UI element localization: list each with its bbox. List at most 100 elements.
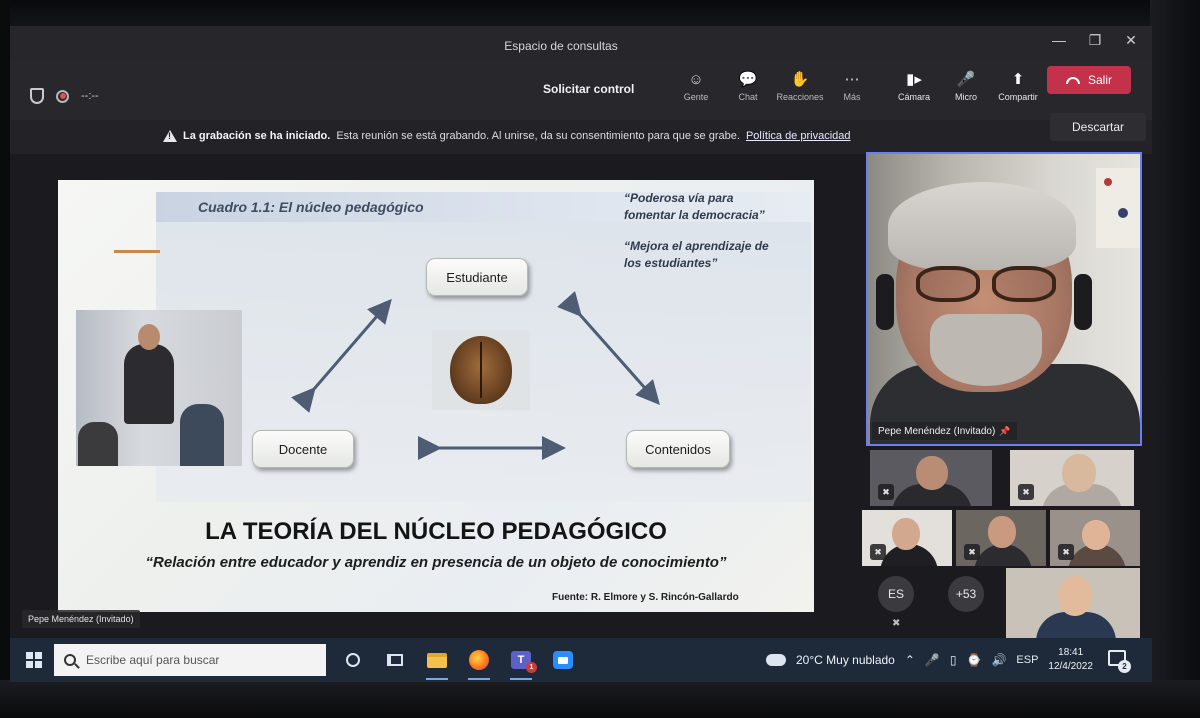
search-placeholder: Escribe aquí para buscar bbox=[86, 653, 220, 667]
chevron-up-icon[interactable]: ⌃ bbox=[905, 653, 915, 667]
mic-off-icon: ✖ bbox=[1058, 544, 1074, 560]
brain-image bbox=[432, 330, 530, 410]
wall-art bbox=[1096, 168, 1140, 248]
cortana-button[interactable] bbox=[338, 646, 368, 674]
camera-icon: ▮▸ bbox=[906, 71, 922, 88]
participant-tile[interactable]: ✖ bbox=[1010, 450, 1134, 506]
pinned-apps: T1 bbox=[338, 646, 578, 680]
teams-badge: 1 bbox=[526, 662, 537, 673]
zoom-button[interactable] bbox=[548, 646, 578, 674]
participant-avatar[interactable]: ES bbox=[878, 576, 914, 612]
shared-slide: Cuadro 1.1: El núcleo pedagógico “Podero… bbox=[58, 180, 814, 612]
clock-date: 12/4/2022 bbox=[1048, 661, 1093, 672]
teams-button[interactable]: T1 bbox=[506, 646, 537, 680]
mic-off-icon: 🎤 bbox=[956, 71, 976, 88]
privacy-policy-link[interactable]: Política de privacidad bbox=[746, 130, 851, 142]
more-participants-button[interactable]: +53 bbox=[948, 576, 984, 612]
slide-title: LA TEORÍA DEL NÚCLEO PEDAGÓGICO bbox=[205, 518, 667, 545]
zoom-icon bbox=[553, 651, 573, 669]
pinned-participant-label: Pepe Menéndez (Invitado) 📌 bbox=[872, 422, 1017, 440]
weather[interactable]: 20°C Muy nublado bbox=[796, 653, 895, 667]
reactions-button[interactable]: ✋ Reacciones bbox=[774, 70, 826, 102]
meeting-toolbar: --:-- Solicitar control ☺ Gente 💬 Chat ✋… bbox=[10, 60, 1152, 120]
volume-icon[interactable]: 🔊 bbox=[991, 653, 1006, 667]
recording-consent-text: Esta reunión se está grabando. Al unirse… bbox=[336, 130, 740, 142]
arrow-teacher-student bbox=[291, 298, 392, 413]
node-student: Estudiante bbox=[426, 258, 528, 296]
people-icon: ☺ bbox=[688, 70, 704, 88]
window-controls: — ❐ ✕ bbox=[1044, 28, 1146, 52]
clock[interactable]: 18:41 12/4/2022 bbox=[1048, 646, 1093, 674]
mic-off-icon: ✖ bbox=[870, 544, 886, 560]
window-title: Espacio de consultas bbox=[504, 39, 618, 53]
close-button[interactable]: ✕ bbox=[1116, 28, 1146, 52]
toolbar-dim-group: ☺ Gente 💬 Chat ✋ Reacciones ⋯ Más bbox=[670, 70, 878, 103]
recording-banner: La grabación se ha iniciado. Esta reunió… bbox=[10, 120, 1152, 154]
chat-button[interactable]: 💬 Chat bbox=[722, 70, 774, 102]
node-teacher: Docente bbox=[252, 430, 354, 468]
leave-button[interactable]: Salir bbox=[1047, 66, 1131, 94]
firefox-button[interactable] bbox=[464, 646, 494, 680]
task-view-icon bbox=[387, 654, 403, 666]
cortana-icon bbox=[346, 653, 360, 667]
monitor-bezel-left bbox=[0, 0, 10, 718]
brain-icon bbox=[450, 336, 512, 404]
pinned-video-tile[interactable]: Pepe Menéndez (Invitado) 📌 bbox=[866, 152, 1142, 446]
task-view-button[interactable] bbox=[380, 646, 410, 674]
meeting-stage: Cuadro 1.1: El núcleo pedagógico “Podero… bbox=[10, 152, 1152, 642]
taskbar-search[interactable]: Escribe aquí para buscar bbox=[54, 644, 326, 676]
folder-icon bbox=[427, 652, 447, 668]
slide-subtitle: “Relación entre educador y aprendiz en p… bbox=[145, 554, 727, 571]
headphone-icon bbox=[876, 274, 894, 330]
hang-up-icon bbox=[1065, 76, 1080, 84]
self-view-tile[interactable] bbox=[1006, 568, 1140, 642]
camera-button[interactable]: ▮▸ Cámara bbox=[888, 70, 940, 102]
meeting-timer: --:-- bbox=[81, 90, 99, 102]
leave-label: Salir bbox=[1087, 73, 1112, 87]
pin-icon: 📌 bbox=[999, 425, 1011, 436]
people-button[interactable]: ☺ Gente bbox=[670, 70, 722, 103]
warning-icon bbox=[163, 130, 177, 142]
windows-start-icon[interactable] bbox=[26, 652, 42, 668]
presenter-name-label: Pepe Menéndez (Invitado) bbox=[22, 610, 140, 628]
request-control-button[interactable]: Solicitar control bbox=[543, 82, 634, 96]
minimize-button[interactable]: — bbox=[1044, 28, 1074, 52]
more-icon: ⋯ bbox=[844, 71, 860, 88]
notifications-badge: 2 bbox=[1118, 660, 1131, 673]
mic-off-icon: ✖ bbox=[964, 544, 980, 560]
slide-source: Fuente: R. Elmore y S. Rincón-Gallardo bbox=[552, 592, 739, 603]
participant-tile[interactable]: ✖ bbox=[956, 510, 1046, 566]
node-content: Contenidos bbox=[626, 430, 730, 468]
wifi-icon[interactable]: ⌚ bbox=[966, 653, 981, 667]
participant-tile[interactable]: ✖ bbox=[870, 450, 992, 506]
slide-presenter-photo bbox=[76, 310, 242, 466]
title-bar: Espacio de consultas — ❐ ✕ bbox=[10, 26, 1152, 60]
search-icon bbox=[64, 654, 76, 666]
microphone-icon[interactable]: 🎤 bbox=[925, 653, 940, 667]
recording-icon bbox=[56, 89, 69, 103]
mic-button[interactable]: 🎤 Micro bbox=[940, 70, 992, 102]
battery-icon[interactable]: ▯ bbox=[950, 653, 957, 667]
system-tray: 20°C Muy nublado ⌃ 🎤 ▯ ⌚ 🔊 ESP 18:41 12/… bbox=[766, 638, 1093, 682]
monitor-bezel-right bbox=[1150, 0, 1200, 718]
mic-off-icon: ✖ bbox=[1018, 484, 1034, 500]
windows-taskbar: Escribe aquí para buscar T1 20°C Muy nub… bbox=[10, 638, 1152, 682]
participant-tile[interactable]: ✖ bbox=[862, 510, 952, 566]
participant-tile[interactable]: ✖ bbox=[1050, 510, 1140, 566]
shield-icon[interactable] bbox=[30, 88, 44, 104]
mic-off-icon: ✖ bbox=[878, 484, 894, 500]
restore-button[interactable]: ❐ bbox=[1080, 28, 1110, 52]
dismiss-button[interactable]: Descartar bbox=[1050, 113, 1146, 141]
more-button[interactable]: ⋯ Más bbox=[826, 70, 878, 102]
cloud-icon bbox=[766, 654, 786, 666]
language-indicator[interactable]: ESP bbox=[1016, 654, 1038, 666]
glasses bbox=[916, 266, 1056, 302]
mic-off-icon: ✖ bbox=[892, 618, 901, 629]
recording-notice: La grabación se ha iniciado. Esta reunió… bbox=[163, 130, 851, 142]
share-button[interactable]: ⬆ Compartir bbox=[992, 70, 1044, 102]
recording-started-text: La grabación se ha iniciado. bbox=[183, 130, 331, 142]
monitor-bezel-bottom bbox=[0, 680, 1200, 718]
toolbar-media-group: ▮▸ Cámara 🎤 Micro ⬆ Compartir bbox=[888, 70, 1044, 102]
file-explorer-button[interactable] bbox=[422, 646, 452, 680]
teams-icon: T1 bbox=[511, 651, 537, 673]
